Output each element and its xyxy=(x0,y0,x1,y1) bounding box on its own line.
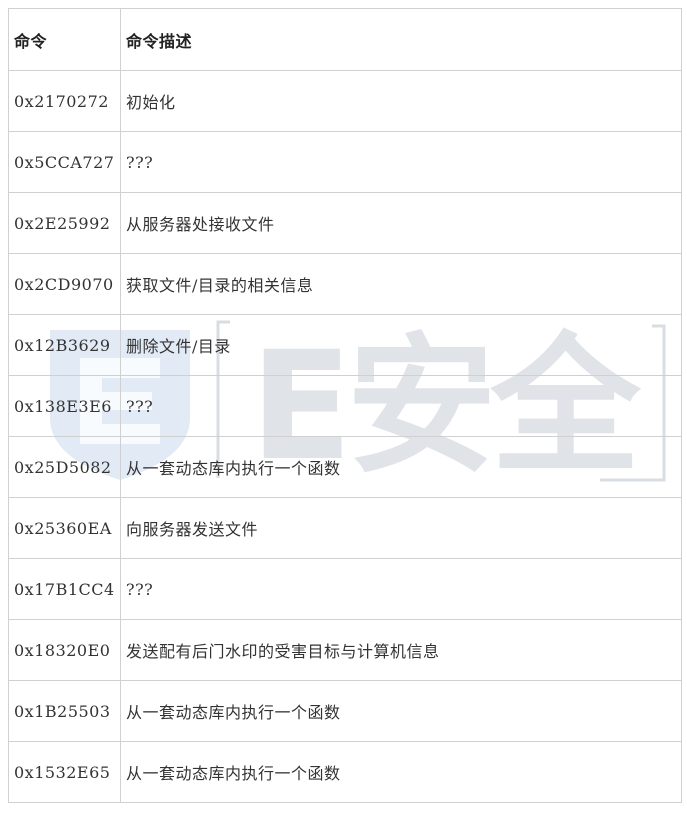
table-header-row: 命令 命令描述 xyxy=(8,8,682,71)
header-command-description: 命令描述 xyxy=(120,8,682,71)
command-code: 0x17B1CC4 xyxy=(8,558,121,620)
command-code: 0x2CD9070 xyxy=(8,253,121,315)
command-description: 向服务器发送文件 xyxy=(120,497,682,559)
command-code: 0x1532E65 xyxy=(8,741,121,803)
table-row: 0x1B25503 从一套动态库内执行一个函数 xyxy=(8,680,682,742)
table-row: 0x2170272 初始化 xyxy=(8,70,682,132)
command-description: 从一套动态库内执行一个函数 xyxy=(120,680,682,742)
command-code: 0x5CCA727 xyxy=(8,131,121,193)
command-code: 0x2E25992 xyxy=(8,192,121,254)
table-row: 0x2CD9070 获取文件/目录的相关信息 xyxy=(8,253,682,315)
command-code: 0x25360EA xyxy=(8,497,121,559)
table-row: 0x5CCA727 ??? xyxy=(8,131,682,193)
command-description: 从服务器处接收文件 xyxy=(120,192,682,254)
command-description: 从一套动态库内执行一个函数 xyxy=(120,436,682,498)
table-row: 0x12B3629 删除文件/目录 xyxy=(8,314,682,376)
command-code: 0x18320E0 xyxy=(8,619,121,681)
command-code: 0x2170272 xyxy=(8,70,121,132)
table-row: 0x25360EA 向服务器发送文件 xyxy=(8,497,682,559)
command-description: 发送配有后门水印的受害目标与计算机信息 xyxy=(120,619,682,681)
command-description: ??? xyxy=(120,558,682,620)
header-command: 命令 xyxy=(8,8,121,71)
command-code: 0x25D5082 xyxy=(8,436,121,498)
command-code: 0x1B25503 xyxy=(8,680,121,742)
table-row: 0x18320E0 发送配有后门水印的受害目标与计算机信息 xyxy=(8,619,682,681)
command-description: ??? xyxy=(120,131,682,193)
command-table: 命令 命令描述 0x2170272 初始化 0x5CCA727 ??? 0x2E… xyxy=(8,8,682,803)
command-description: 删除文件/目录 xyxy=(120,314,682,376)
table-row: 0x1532E65 从一套动态库内执行一个函数 xyxy=(8,741,682,803)
command-description: 获取文件/目录的相关信息 xyxy=(120,253,682,315)
table-row: 0x25D5082 从一套动态库内执行一个函数 xyxy=(8,436,682,498)
command-description: 从一套动态库内执行一个函数 xyxy=(120,741,682,803)
command-code: 0x138E3E6 xyxy=(8,375,121,437)
table-row: 0x17B1CC4 ??? xyxy=(8,558,682,620)
table-row: 0x2E25992 从服务器处接收文件 xyxy=(8,192,682,254)
command-description: 初始化 xyxy=(120,70,682,132)
table-row: 0x138E3E6 ??? xyxy=(8,375,682,437)
command-description: ??? xyxy=(120,375,682,437)
command-code: 0x12B3629 xyxy=(8,314,121,376)
